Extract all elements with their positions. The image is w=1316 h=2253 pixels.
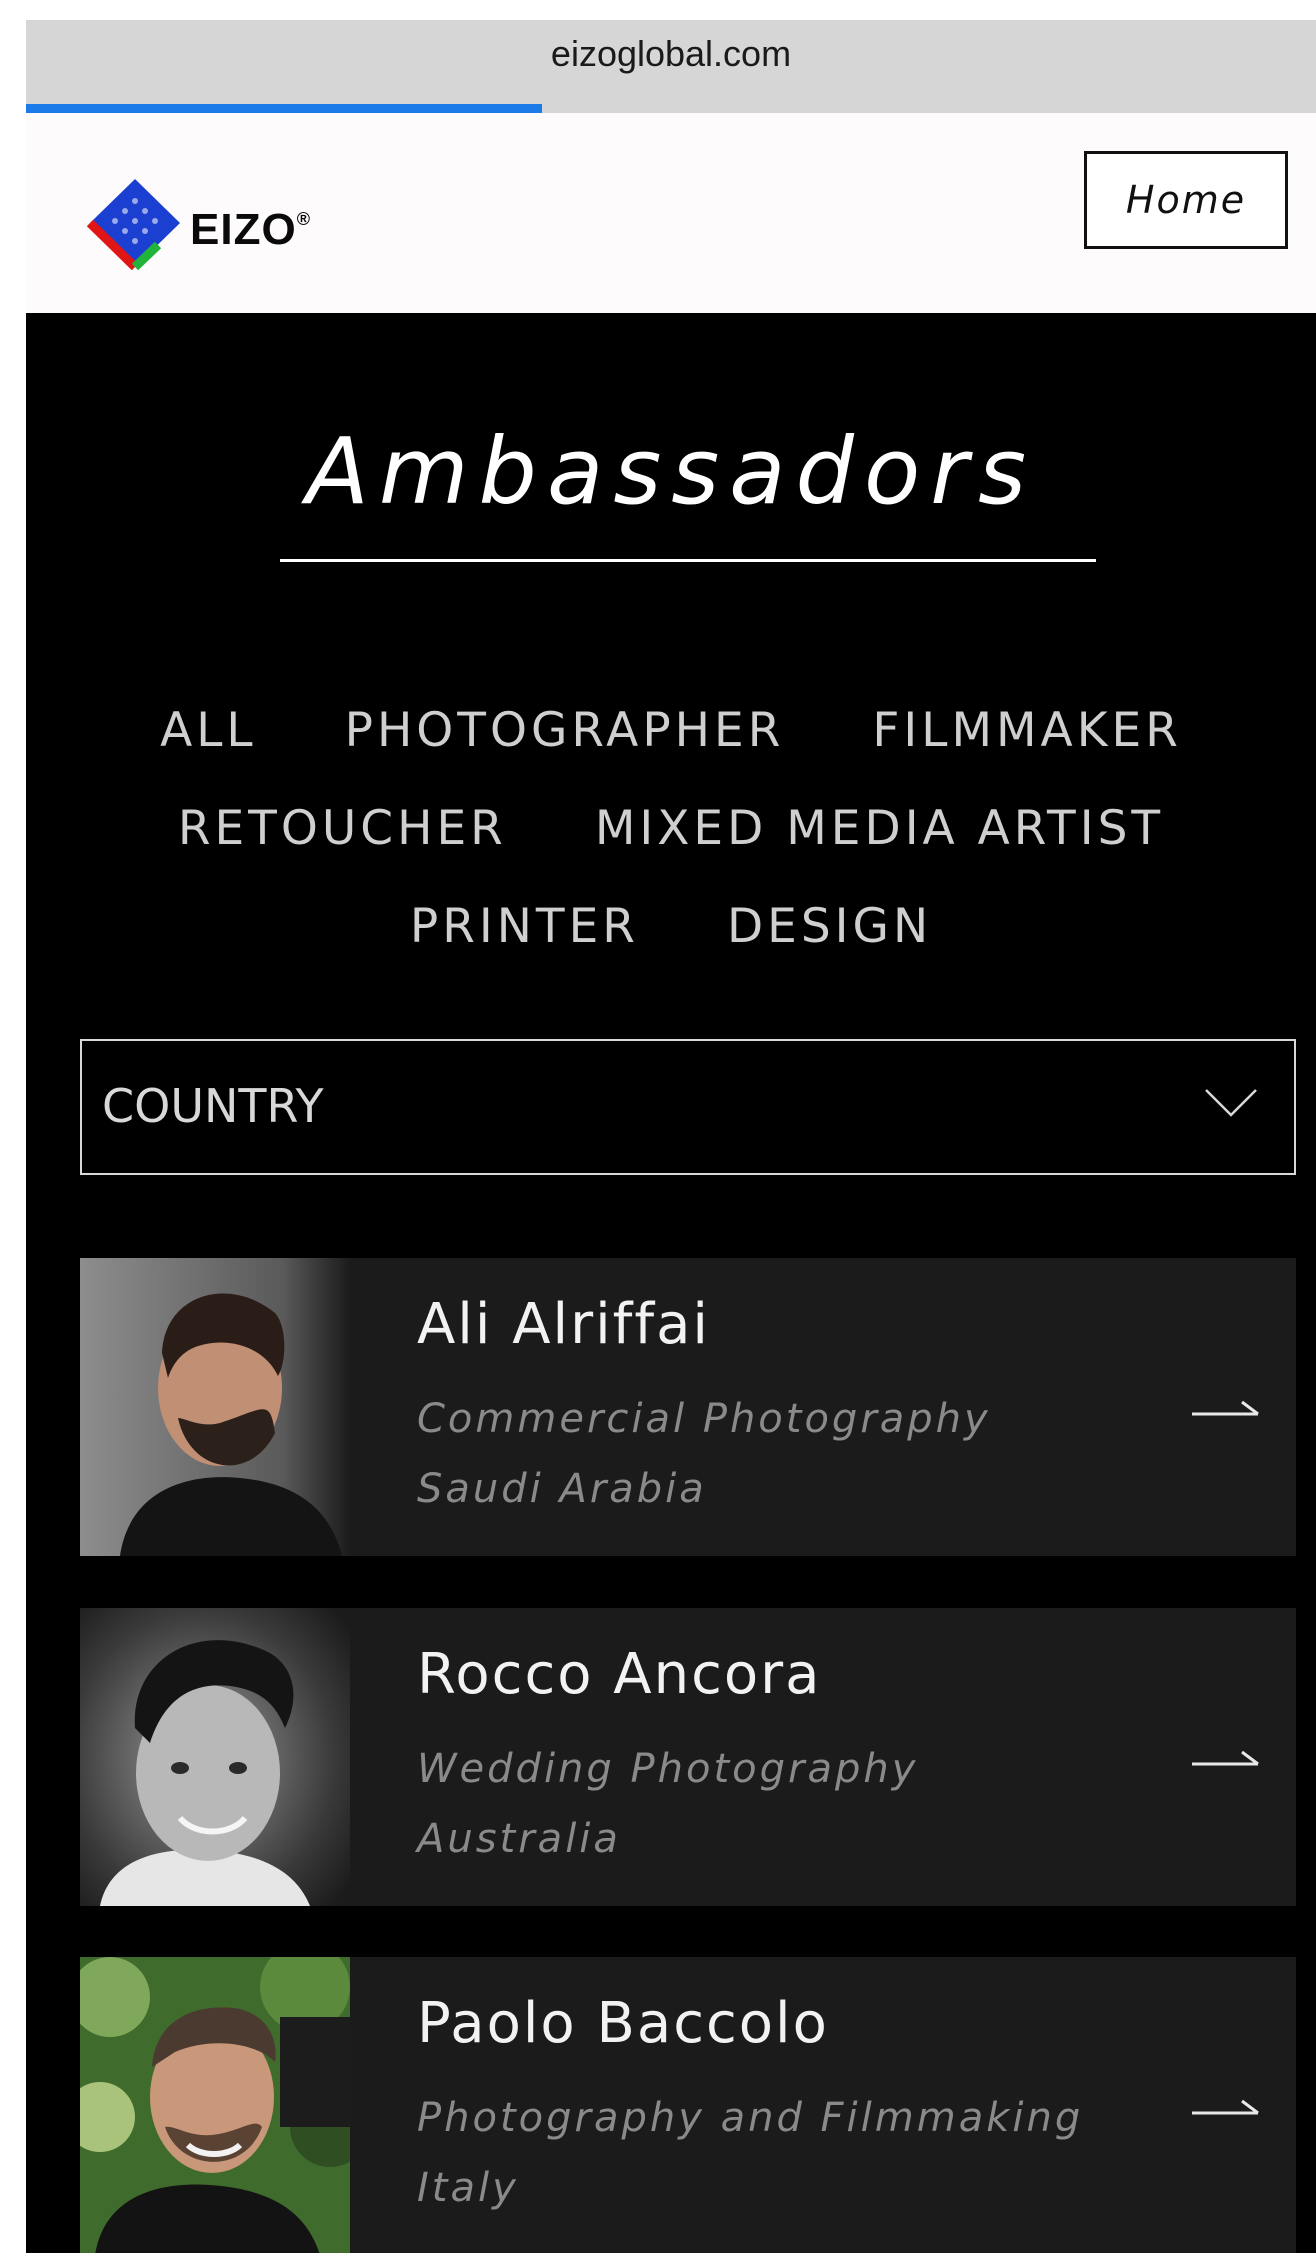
- eizo-logo[interactable]: EIZO®: [80, 171, 380, 281]
- filter-all[interactable]: ALL: [160, 703, 257, 801]
- ambassador-country: Italy: [417, 2165, 519, 2211]
- logo-wordmark-text: EIZO: [190, 205, 297, 254]
- browser-address-bar[interactable]: eizoglobal.com: [26, 20, 1316, 113]
- ambassador-card[interactable]: Paolo Baccolo Photography and Filmmaking…: [80, 1957, 1296, 2253]
- ambassador-field: Wedding Photography: [417, 1746, 919, 1792]
- ambassador-photo: [80, 1258, 350, 1556]
- arrow-right-icon[interactable]: [1190, 2095, 1262, 2123]
- page-title: Ambassadors: [305, 418, 1036, 525]
- eizo-logo-icon: [86, 179, 180, 271]
- ambassador-name: Paolo Baccolo: [417, 1991, 829, 2056]
- ambassador-field: Commercial Photography: [417, 1396, 991, 1442]
- ambassador-name: Rocco Ancora: [417, 1642, 822, 1707]
- browser-viewport: eizoglobal.com EIZO® Home Ambassadors AL…: [26, 20, 1316, 2253]
- ambassador-country: Australia: [417, 1816, 621, 1862]
- ambassador-country: Saudi Arabia: [417, 1466, 707, 1512]
- filter-row: PRINTER DESIGN: [26, 899, 1316, 997]
- ambassador-photo: [80, 1608, 350, 1906]
- filter-mixed-media-artist[interactable]: MIXED MEDIA ARTIST: [595, 801, 1164, 899]
- url-text[interactable]: eizoglobal.com: [26, 33, 1316, 75]
- page-load-progress-fill: [26, 104, 542, 113]
- filter-photographer[interactable]: PHOTOGRAPHER: [345, 703, 785, 801]
- country-select[interactable]: COUNTRY: [80, 1039, 1296, 1175]
- filter-retoucher[interactable]: RETOUCHER: [178, 801, 507, 899]
- ambassador-card[interactable]: Ali Alriffai Commercial Photography Saud…: [80, 1258, 1296, 1556]
- arrow-right-icon[interactable]: [1190, 1746, 1262, 1774]
- filter-filmmaker[interactable]: FILMMAKER: [872, 703, 1182, 801]
- filter-printer[interactable]: PRINTER: [410, 899, 639, 997]
- filter-row: ALL PHOTOGRAPHER FILMMAKER: [26, 703, 1316, 801]
- filter-design[interactable]: DESIGN: [727, 899, 932, 997]
- category-filters: ALL PHOTOGRAPHER FILMMAKER RETOUCHER MIX…: [26, 703, 1316, 997]
- arrow-right-icon[interactable]: [1190, 1396, 1262, 1424]
- logo-registered-mark: ®: [296, 209, 311, 229]
- logo-wordmark: EIZO®: [190, 205, 311, 255]
- title-underline: [280, 559, 1096, 562]
- chevron-down-icon: [1204, 1087, 1258, 1123]
- filter-row: RETOUCHER MIXED MEDIA ARTIST: [26, 801, 1316, 899]
- ambassador-photo: [80, 1957, 350, 2253]
- ambassador-field: Photography and Filmmaking: [417, 2095, 1084, 2141]
- ambassador-name: Ali Alriffai: [417, 1292, 710, 1357]
- country-select-label: COUNTRY: [102, 1079, 324, 1133]
- page-load-progress: [26, 104, 1316, 113]
- ambassadors-section: Ambassadors ALL PHOTOGRAPHER FILMMAKER R…: [26, 313, 1316, 2253]
- home-button[interactable]: Home: [1084, 151, 1288, 249]
- site-header: EIZO® Home: [26, 113, 1316, 313]
- ambassador-card[interactable]: Rocco Ancora Wedding Photography Austral…: [80, 1608, 1296, 1906]
